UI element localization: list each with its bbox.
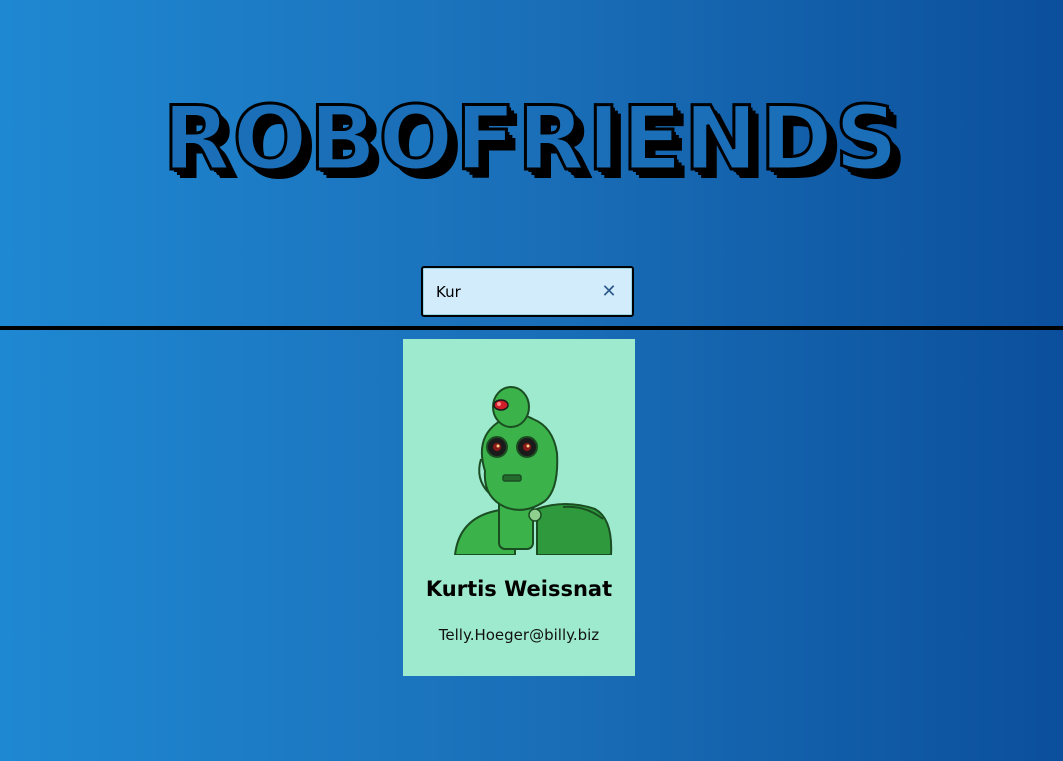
close-icon[interactable]: ✕	[600, 281, 618, 303]
robot-card[interactable]: Kurtis Weissnat Telly.Hoeger@billy.biz	[403, 339, 635, 676]
robot-email: Telly.Hoeger@billy.biz	[438, 626, 600, 644]
search-input[interactable]	[436, 281, 586, 303]
search-box[interactable]: ✕	[421, 266, 634, 317]
app-title: RoboFriends	[161, 86, 901, 190]
robot-avatar-image	[453, 386, 613, 555]
header: RoboFriends	[0, 30, 1063, 190]
divider	[0, 326, 1063, 330]
robot-name: Kurtis Weissnat	[425, 577, 613, 601]
